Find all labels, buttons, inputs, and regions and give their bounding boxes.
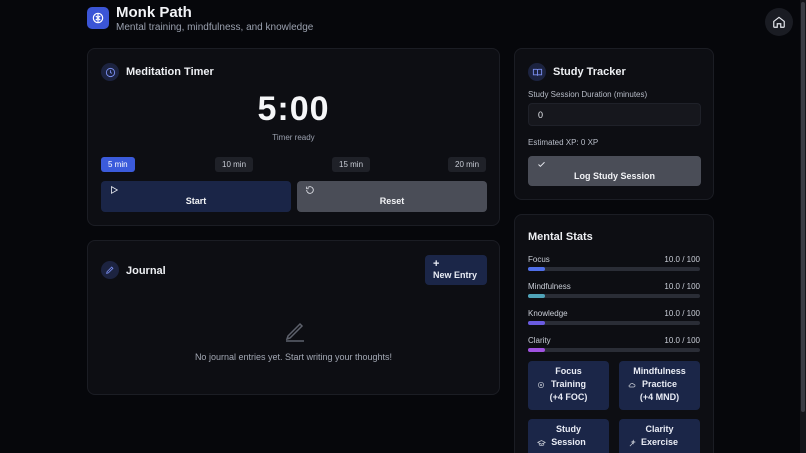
play-icon — [111, 185, 119, 195]
journal-title: Journal — [126, 265, 166, 277]
app-subtitle: Mental training, mindfulness, and knowle… — [116, 22, 314, 33]
home-button[interactable] — [765, 8, 793, 36]
meditation-timer-card: Meditation Timer 5:00 Timer ready 5 min … — [87, 48, 500, 226]
reset-button[interactable]: Reset — [297, 181, 487, 212]
study-session-button[interactable]: Study Session — [528, 419, 609, 453]
duration-input[interactable] — [528, 103, 701, 126]
stat-name: Knowledge — [528, 309, 568, 318]
preset-5-min[interactable]: 5 min — [101, 157, 135, 172]
study-tracker-card: Study Tracker Study Session Duration (mi… — [514, 48, 714, 200]
journal-card: Journal + New Entry No journal entries y… — [87, 240, 500, 395]
timer-display: 5:00 — [257, 90, 330, 128]
app-title: Monk Path — [116, 4, 192, 21]
action-line: Mindfulness — [633, 366, 686, 376]
stat-name: Mindfulness — [528, 282, 571, 291]
stats-title: Mental Stats — [528, 231, 593, 243]
duration-label: Study Session Duration (minutes) — [528, 90, 648, 99]
stat-value: 10.0 / 100 — [664, 309, 700, 318]
pencil-illustration-icon — [285, 322, 304, 342]
plus-icon: + — [433, 258, 440, 270]
mental-stats-card: Mental Stats Focus 10.0 / 100 Mindfulnes… — [514, 214, 714, 453]
log-study-label: Log Study Session — [573, 171, 655, 181]
timer-title: Meditation Timer — [126, 66, 214, 78]
mindfulness-practice-button[interactable]: Mindfulness Practice (+4 MND) — [619, 361, 700, 410]
stat-knowledge: Knowledge 10.0 / 100 — [528, 309, 700, 331]
home-icon — [773, 16, 785, 28]
clarity-exercise-button[interactable]: Clarity Exercise — [619, 419, 700, 453]
preset-20-min[interactable]: 20 min — [448, 157, 487, 172]
empty-journal-illustration — [283, 319, 307, 348]
sparkle-icon — [629, 439, 636, 447]
preset-10-min[interactable]: 10 min — [215, 157, 254, 172]
start-button[interactable]: Start — [101, 181, 291, 212]
check-icon — [538, 161, 545, 168]
stat-value: 10.0 / 100 — [664, 255, 700, 264]
stat-name: Focus — [528, 255, 550, 264]
timer-status: Timer ready — [272, 133, 315, 142]
stat-bar-track — [528, 294, 700, 298]
preset-15-min[interactable]: 15 min — [332, 157, 371, 172]
log-study-session-button[interactable]: Log Study Session — [528, 156, 701, 186]
stat-mindfulness: Mindfulness 10.0 / 100 — [528, 282, 700, 304]
app-logo — [87, 7, 109, 29]
timer-card-icon — [101, 63, 119, 81]
start-label: Start — [185, 195, 207, 206]
new-entry-label: New Entry — [433, 270, 478, 280]
action-line: Clarity — [645, 424, 674, 434]
stat-bar-track — [528, 267, 700, 271]
book-icon — [532, 68, 542, 76]
action-line: Study — [555, 424, 581, 434]
page-scrollbar-thumb[interactable] — [801, 2, 805, 412]
reset-icon — [306, 186, 314, 194]
stat-bar-fill — [528, 348, 546, 352]
stat-name: Clarity — [528, 336, 551, 345]
focus-training-button[interactable]: Focus Training (+4 FOC) — [528, 361, 609, 410]
brain-icon — [92, 12, 104, 24]
stat-value: 10.0 / 100 — [664, 282, 700, 291]
journal-empty-text: No journal entries yet. Start writing yo… — [194, 352, 393, 362]
stat-bar-fill — [528, 267, 546, 271]
study-title: Study Tracker — [553, 66, 626, 78]
estimated-xp: Estimated XP: 0 XP — [528, 138, 599, 147]
action-line: Focus — [555, 366, 582, 376]
graduation-cap-icon — [537, 440, 546, 446]
stat-bar-fill — [528, 294, 546, 298]
journal-card-icon — [101, 261, 119, 279]
stat-bar-fill — [528, 321, 546, 325]
action-line: (+4 FOC) — [549, 392, 588, 402]
clock-icon — [105, 67, 115, 77]
study-card-icon — [528, 63, 546, 81]
stat-bar-track — [528, 321, 700, 325]
stat-focus: Focus 10.0 / 100 — [528, 255, 700, 277]
stat-bar-track — [528, 348, 700, 352]
stat-clarity: Clarity 10.0 / 100 — [528, 336, 700, 358]
stat-value: 10.0 / 100 — [664, 336, 700, 345]
reset-label: Reset — [379, 195, 405, 206]
new-entry-button[interactable]: + New Entry — [425, 255, 487, 285]
target-icon — [538, 382, 544, 388]
pencil-icon — [106, 266, 114, 274]
action-line: (+4 MND) — [639, 392, 680, 402]
cloud-icon — [628, 383, 636, 388]
